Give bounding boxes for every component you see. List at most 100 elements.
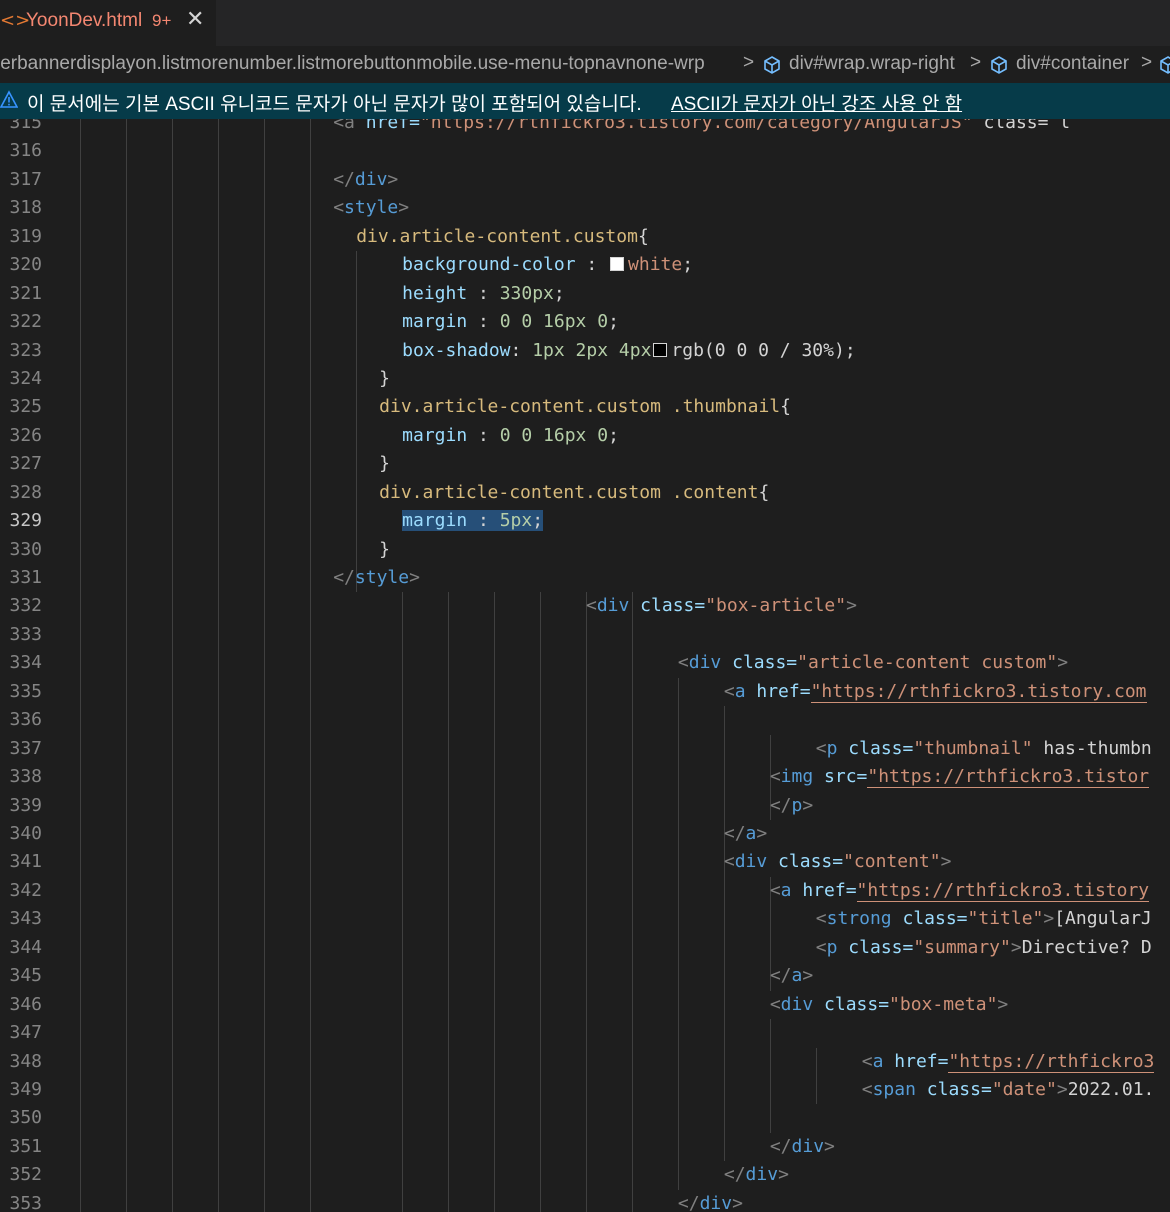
tag-bracket: > [824, 1135, 835, 1157]
breadcrumb-item-wrap[interactable]: div#wrap.wrap-right [789, 53, 955, 75]
tag-bracket: <a [333, 119, 355, 133]
code-line: <div class="box-meta"> [770, 991, 1008, 1019]
color-swatch-icon[interactable] [610, 257, 625, 272]
attribute-name: href= [745, 680, 811, 702]
code-editor[interactable]: 315 316 317 318 319 320 321 322 323 324 325 326 327 3… [0, 119, 1170, 1212]
css-selector: div.article-content.custom [356, 225, 638, 247]
tag-bracket: > [409, 567, 420, 589]
element-cube-icon [991, 56, 1007, 74]
attribute-name: href= [791, 879, 857, 901]
code-line: </a> [770, 962, 813, 990]
css-property: box-shadow [402, 339, 511, 361]
tag-bracket: </ [769, 965, 792, 987]
attribute-url: "https://rthfickro3 [948, 1050, 1155, 1073]
attribute-url: "https://rthfickro3.tistory.com [810, 680, 1147, 703]
tag-bracket: </ [677, 1192, 700, 1212]
tag-name: a [734, 680, 746, 702]
code-line: } [379, 365, 390, 393]
selected-text[interactable]: margin : 5px; [402, 510, 544, 532]
code-line: margin : 0 0 16px 0; [402, 422, 619, 450]
code-line: } [379, 536, 390, 564]
tag-bracket: > [398, 197, 410, 219]
tag-name: a [872, 1050, 884, 1072]
code-line: <a href="https://rthfickro3.tistory [769, 877, 1150, 905]
tag-bracket: < [861, 1050, 873, 1072]
code-text: class= l [972, 119, 1071, 133]
warning-icon [0, 90, 18, 108]
chevron-right-icon: > [970, 52, 982, 73]
breadcrumb-item-body-classes[interactable]: lerbannerdisplayon.listmorenumber.listmo… [0, 53, 705, 75]
tag-bracket: < [815, 737, 827, 759]
tag-bracket: </ [333, 567, 355, 589]
tag-bracket: < [769, 879, 781, 901]
tag-bracket: > [387, 168, 399, 190]
semicolon: ; [532, 510, 544, 532]
code-line: <a href="https://rthfickro3.tistory.com/… [333, 119, 1070, 137]
code-line: <img src="https://rthfickro3.tistor [770, 763, 1150, 791]
indent-guide [310, 119, 312, 1212]
css-value: rgb(0 0 0 / 30%) [671, 339, 845, 361]
tag-bracket: < [815, 936, 827, 958]
element-text: 2022.01. [1067, 1078, 1155, 1100]
css-value: 330px [499, 282, 554, 304]
tag-bracket: > [732, 1192, 743, 1212]
indent-guide [402, 592, 404, 1212]
tag-bracket: < [333, 197, 345, 219]
css-value: white [628, 254, 683, 276]
attribute-name: class= [891, 908, 968, 930]
indent-guide [631, 592, 633, 1212]
tag-bracket: > [846, 595, 857, 617]
code-line: <div class="article-content custom"> [678, 649, 1068, 677]
tag-name: p [791, 794, 803, 816]
indent-guide [218, 119, 220, 1212]
tag-bracket: </ [723, 1164, 746, 1186]
colon: : [510, 339, 533, 361]
colon: : [467, 424, 500, 446]
breadcrumb: lerbannerdisplayon.listmorenumber.listmo… [0, 46, 1170, 83]
attribute-value: "https://rthfickro3.tistory.com/category… [419, 119, 973, 133]
semicolon: ; [553, 282, 565, 304]
attribute-value: "thumbnail" [913, 737, 1033, 759]
tag-bracket: < [861, 1078, 873, 1100]
css-selector: div.article-content.custom .content [379, 481, 759, 503]
attribute-name: href= [354, 119, 420, 133]
code-line: <p class="thumbnail" has-thumbn [816, 735, 1152, 763]
tag-name: a [791, 965, 803, 987]
tag-bracket: < [677, 652, 689, 674]
brace: } [379, 453, 390, 475]
disable-highlight-link[interactable]: ASCII가 문자가 아닌 강조 사용 안 함 [671, 89, 962, 116]
tab-yoondev-html[interactable]: <> YoonDev.html 9+ ✕ [0, 0, 216, 46]
attribute-name: class= [915, 1078, 992, 1100]
tag-bracket: > [802, 965, 814, 987]
css-value: 5px [499, 510, 533, 532]
code-line: div.article-content.custom{ [356, 223, 649, 251]
code-line: <div class="content"> [724, 848, 952, 876]
attribute-name: class= [837, 936, 914, 958]
indent-guide [494, 592, 496, 1212]
tag-name: div [688, 652, 722, 674]
color-swatch-icon[interactable] [653, 342, 668, 357]
close-icon[interactable]: ✕ [186, 7, 204, 32]
code-text: has-thumbn [1032, 737, 1152, 759]
tag-name: a [780, 879, 792, 901]
tag-bracket: > [778, 1164, 789, 1186]
code-lines: <a href="https://rthfickro3.tistory.com/… [0, 119, 1170, 1212]
tag-bracket: > [756, 823, 768, 844]
colon: : [575, 254, 609, 276]
code-line: </a> [724, 820, 767, 848]
tag-name: div [596, 595, 630, 617]
tag-bracket: > [1056, 1078, 1068, 1100]
code-line: </style> [333, 564, 420, 592]
css-value: 0 0 16px 0 [499, 424, 609, 446]
tag-name: div [354, 168, 388, 190]
tag-name: div [699, 1192, 733, 1212]
code-line: box-shadow: 1px 2px 4px rgb(0 0 0 / 30%); [402, 337, 856, 365]
tag-name: a [745, 823, 757, 844]
breadcrumb-item-container[interactable]: div#container [1016, 53, 1129, 75]
indent-guide [769, 1019, 771, 1133]
indent-guide [126, 119, 128, 1212]
tag-name: div [780, 993, 814, 1015]
attribute-name: href= [883, 1050, 949, 1072]
code-line: </div> [678, 1190, 743, 1212]
indent-guide [356, 251, 358, 593]
